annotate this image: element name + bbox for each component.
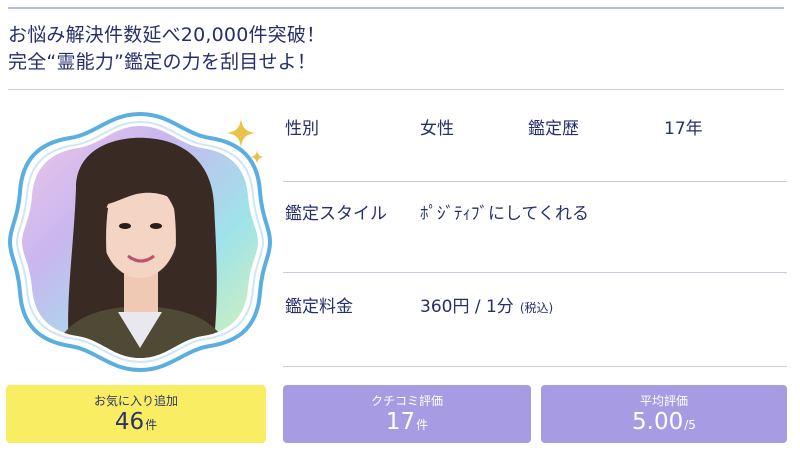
favorites-value: 46 <box>114 409 145 435</box>
style-value: ﾎﾟｼﾞﾃｨﾌﾞにしてくれる <box>420 204 589 224</box>
fee-amount: 360円 / 1分 <box>420 297 514 317</box>
fortune-teller-portrait <box>6 108 274 376</box>
rating-label: 平均評価 <box>639 394 688 408</box>
reviews-count: 17件 <box>283 409 531 438</box>
gender-label: 性別 <box>285 119 319 139</box>
add-favorite-button[interactable]: お気に入り追加 46件 <box>6 385 266 443</box>
headline: お悩み解決件数延べ20,000件突破！ 完全“霊能力”鑑定の力を刮目せよ！ <box>8 22 788 76</box>
favorites-label: お気に入り追加 <box>93 394 178 408</box>
info-divider <box>283 181 787 182</box>
top-divider <box>8 7 784 9</box>
favorites-unit: 件 <box>145 418 158 432</box>
reviews-button[interactable]: クチコミ評価 17件 <box>283 385 531 443</box>
reviews-label: クチコミ評価 <box>370 394 443 408</box>
sparkle-icon <box>250 150 264 164</box>
rating-value: 5.00 <box>632 409 684 435</box>
fee-value: 360円 / 1分 (税込) <box>420 292 553 317</box>
average-rating-button[interactable]: 平均評価 5.00/5 <box>541 385 787 443</box>
headline-divider <box>8 89 784 90</box>
favorites-count: 46件 <box>6 409 266 438</box>
rating-unit: /5 <box>684 418 696 432</box>
experience-value: 17年 <box>664 119 703 139</box>
fee-tax-note: (税込) <box>519 301 554 315</box>
reviews-value: 17 <box>385 409 416 435</box>
gender-value: 女性 <box>420 119 454 139</box>
fee-label: 鑑定料金 <box>285 297 353 317</box>
info-divider <box>283 272 787 273</box>
info-divider <box>283 366 787 367</box>
experience-label: 鑑定歴 <box>528 119 579 139</box>
style-label: 鑑定スタイル <box>285 204 387 224</box>
headline-line-1: お悩み解決件数延べ20,000件突破！ <box>8 24 326 46</box>
headline-line-2: 完全“霊能力”鑑定の力を刮目せよ！ <box>8 51 317 73</box>
sparkle-icon <box>226 118 256 148</box>
rating-score: 5.00/5 <box>541 409 787 438</box>
reviews-unit: 件 <box>416 418 429 432</box>
